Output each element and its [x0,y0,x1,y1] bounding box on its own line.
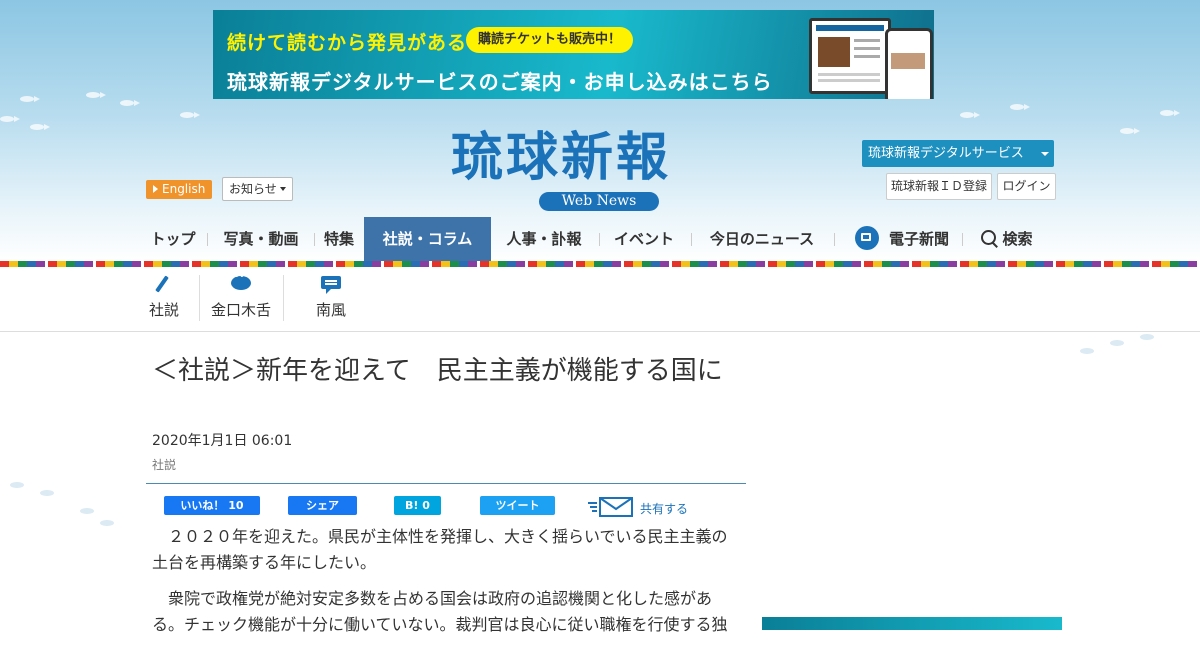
envelope-icon [588,497,633,517]
fish-decoration [100,520,120,526]
nav-item-feature[interactable]: 特集 [320,217,358,261]
fish-decoration [120,100,140,106]
banner-headline: 続けて読むから発見がある [227,32,468,54]
fish-decoration [1010,104,1030,110]
subnav-item-editorial[interactable]: 社説 [140,275,188,329]
nav-separator [599,233,600,246]
digital-service-banner[interactable]: 続けて読むから発見がある 購読チケットも販売中！ 琉球新報デジタルサービスのご案… [213,10,934,99]
article-paragraph: ２０２０年を迎えた。県民が主体性を発揮し、大きく揺らいでいる民主主義の土台を再構… [152,527,728,572]
fish-decoration [1120,128,1140,134]
fish-decoration [0,116,20,122]
article-date: 2020年1月1日 06:01 [152,433,293,449]
fish-decoration [1110,340,1130,346]
share-label: 共有する [640,502,689,516]
speech-bubble-icon [230,272,252,293]
subnav-divider [283,275,284,321]
message-icon [320,275,342,294]
nav-item-search[interactable]: 検索 [978,217,1036,261]
nav-separator [314,233,315,246]
banner-subline: 琉球新報デジタルサービスのご案内・お申し込みはこちら [227,70,773,94]
monitor-icon [809,18,891,94]
nav-item-photo-video[interactable]: 写真・動画 [218,217,304,261]
nav-item-editorial-column[interactable]: 社説・コラム [364,217,491,261]
fish-decoration [1160,110,1180,116]
search-icon [981,230,997,245]
article-title: ＜社説＞新年を迎えて 民主主義が機能する国に [152,356,723,386]
nav-separator [691,233,692,246]
divider [146,483,746,484]
fish-decoration [1080,348,1100,354]
subnav-item-label: 金口木舌 [210,301,271,319]
nav-item-top[interactable]: トップ [146,217,200,261]
notice-dropdown[interactable]: お知らせ [222,177,293,201]
smartphone-icon [885,28,933,99]
logo-subtitle: Web News [539,192,659,211]
nav-item-personnel-obituary[interactable]: 人事・訃報 [501,217,587,261]
article-body: ２０２０年を迎えた。県民が主体性を発揮し、大きく揺らいでいる民主主義の土台を再構… [152,524,732,648]
nav-separator [207,233,208,246]
fish-decoration [180,112,200,118]
subnav-divider [199,275,200,321]
fish-decoration [80,508,100,514]
facebook-share-button[interactable]: シェア [288,496,357,515]
fish-decoration [1140,334,1160,340]
fish-decoration [30,124,50,130]
nav-item-label: 検索 [1002,230,1033,248]
subnav-item-label: 南風 [315,301,346,319]
sidebar-banner[interactable] [762,617,1062,630]
nav-item-e-newspaper[interactable]: 電子新聞 [852,217,952,261]
pen-icon [153,275,175,293]
share-email-button[interactable]: 共有する [588,496,698,518]
main-nav: トップ 写真・動画 特集 社説・コラム 人事・訃報 イベント 今日のニュース 電… [146,217,1200,261]
nav-item-event[interactable]: イベント [609,217,679,261]
site-logo[interactable]: 琉球新報 [451,128,671,188]
e-newspaper-icon [854,226,879,250]
tweet-button[interactable]: ツイート [480,496,555,515]
hatena-bookmark-button[interactable]: B! 0 [394,496,441,515]
fish-decoration [40,490,60,496]
fish-decoration [20,96,40,102]
fish-decoration [86,92,106,98]
article-category[interactable]: 社説 [152,456,176,473]
id-register-button[interactable]: 琉球新報ＩＤ登録 [886,173,992,200]
nav-item-todays-news[interactable]: 今日のニュース [704,217,820,261]
facebook-like-button[interactable]: いいね！ 10 [164,496,260,515]
digital-service-dropdown[interactable]: 琉球新報デジタルサービス [862,140,1054,167]
banner-pill: 購読チケットも販売中！ [466,27,634,53]
nav-separator [834,233,835,246]
login-button[interactable]: ログイン [997,173,1056,200]
fish-decoration [10,482,30,488]
sub-nav: 社説 金口木舌 南風 [0,267,1200,332]
subnav-item-label: 社説 [148,301,179,319]
english-button[interactable]: English [146,180,213,199]
nav-item-label: 電子新聞 [888,230,949,248]
nav-separator [962,233,963,246]
fish-decoration [960,112,980,118]
subnav-item-kinkuchi[interactable]: 金口木舌 [205,272,277,329]
subnav-item-haebaru[interactable]: 南風 [307,275,355,329]
article-paragraph: 衆院で政権党が絶対安定多数を占める国会は政府の追認機関と化した感がある。チェック… [152,589,728,634]
